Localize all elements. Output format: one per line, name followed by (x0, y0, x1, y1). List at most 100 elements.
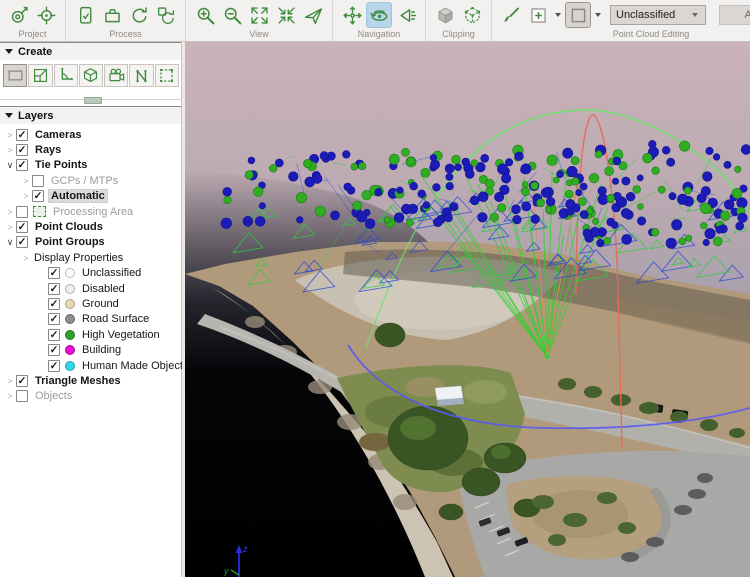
checkbox-rays[interactable]: ✓ (16, 144, 28, 157)
fly-button[interactable] (301, 3, 325, 27)
tree-item-rays[interactable]: > ✓ Rays (0, 142, 181, 157)
chevron-collapsed-icon[interactable]: > (20, 252, 32, 264)
submit-refresh-button[interactable] (154, 3, 178, 27)
checkbox-high-vegetation[interactable]: ✓ (48, 328, 60, 341)
chevron-collapsed-icon[interactable]: > (4, 375, 16, 387)
toolbar-icons-row: Unclassified Assign (499, 2, 750, 28)
checkbox-disabled[interactable]: ✓ (48, 282, 60, 295)
tree-item-ground[interactable]: ✓ Ground (0, 296, 181, 311)
chevron-collapsed-icon[interactable]: > (4, 129, 16, 141)
tree-item-display-properties[interactable]: > Display Properties (0, 250, 181, 265)
chevron-collapsed-icon[interactable]: > (4, 221, 16, 233)
task-check-button[interactable] (73, 3, 97, 27)
chevron-expanded-icon[interactable]: ∨ (4, 159, 16, 171)
chevron-collapsed-icon[interactable]: > (20, 175, 32, 187)
create-section-title: Create (18, 45, 53, 58)
tree-item-human-made-object[interactable]: ✓ Human Made Object (0, 358, 183, 373)
splitter-grip[interactable] (84, 97, 102, 104)
checkbox-road-surface[interactable]: ✓ (48, 313, 60, 326)
tree-item-objects[interactable]: > Objects (0, 389, 181, 404)
tree-item-road-surface[interactable]: ✓ Road Surface (0, 312, 181, 327)
rect-selection-button[interactable] (565, 2, 591, 28)
checkbox-point-clouds[interactable]: ✓ (16, 221, 28, 234)
create-section-header[interactable]: Create (0, 42, 181, 60)
checkbox-human-made-object[interactable]: ✓ (48, 359, 60, 372)
layers-section-header[interactable]: Layers (0, 106, 181, 124)
zoom-out-button[interactable] (220, 3, 244, 27)
zoom-extents-button[interactable] (247, 3, 271, 27)
tree-item-automatic[interactable]: > ✓ Automatic (0, 189, 181, 204)
tree-item-label: Tie Points (35, 159, 88, 172)
tree-item-label: Cameras (35, 128, 82, 141)
tree-item-point-groups[interactable]: ∨ ✓ Point Groups (0, 235, 181, 250)
checkbox-point-groups[interactable]: ✓ (16, 236, 28, 249)
clip-box-edit-button[interactable] (460, 3, 484, 27)
checkbox-ground[interactable]: ✓ (48, 297, 60, 310)
axis-tool-button[interactable] (53, 64, 78, 87)
checkbox-triangle-meshes[interactable]: ✓ (16, 374, 28, 387)
project-button[interactable] (7, 3, 31, 27)
toolbar-group-label: Point Cloud Editing (612, 29, 690, 39)
target-button[interactable] (34, 3, 58, 27)
tree-item-building[interactable]: ✓ Building (0, 342, 181, 357)
tree-item-label: Building (82, 344, 122, 357)
look-around-button[interactable] (394, 3, 418, 27)
color-swatch-unclassified (65, 268, 75, 279)
panel-splitter[interactable] (0, 93, 181, 106)
box-tool-button[interactable] (78, 64, 104, 87)
orbit-button[interactable] (366, 2, 392, 28)
tree-item-gcps-mtps[interactable]: > GCPs / MTPs (0, 173, 181, 188)
marquee-tool-button[interactable] (154, 64, 179, 87)
toolbar-icons-row (433, 2, 484, 28)
polyline-icon (132, 66, 151, 85)
tree-item-point-clouds[interactable]: > ✓ Point Clouds (0, 219, 181, 234)
chevron-collapsed-icon[interactable]: > (20, 190, 32, 202)
tree-item-cameras[interactable]: > ✓ Cameras (0, 127, 181, 142)
brush-button[interactable] (499, 3, 523, 27)
tree-item-label: Automatic (48, 189, 108, 204)
tree-item-label: Ground (82, 297, 119, 310)
chevron-collapsed-icon[interactable]: > (4, 390, 16, 402)
box-icon (81, 66, 100, 85)
selected-tie-point[interactable] (544, 354, 550, 360)
assign-button[interactable]: Assign (719, 5, 750, 25)
checkbox-gcps-mtps[interactable] (32, 174, 44, 187)
tree-item-unclassified[interactable]: ✓ Unclassified (0, 266, 181, 281)
chevron-down-icon[interactable] (555, 13, 561, 17)
zoom-in-button[interactable] (193, 3, 217, 27)
checkbox-cameras[interactable]: ✓ (16, 128, 28, 141)
main-toolbar: Project Process View Navigation Clipping Uncl… (0, 0, 750, 42)
checkbox-objects[interactable] (16, 390, 28, 403)
camera-tool-button[interactable] (104, 64, 129, 87)
chevron-expanded-icon[interactable]: ∨ (4, 236, 16, 248)
tree-item-label: Display Properties (34, 251, 124, 264)
chevron-collapsed-icon[interactable]: > (4, 206, 16, 218)
checkbox-unclassified[interactable]: ✓ (48, 267, 60, 280)
checkbox-tie-points[interactable]: ✓ (16, 159, 28, 172)
clip-box-button[interactable] (433, 3, 457, 27)
polyline-tool-button[interactable] (129, 64, 154, 87)
checkbox-processing-area[interactable] (16, 205, 28, 218)
chevron-down-icon[interactable] (595, 13, 601, 17)
tree-item-high-vegetation[interactable]: ✓ High Vegetation (0, 327, 181, 342)
tree-item-tie-points[interactable]: ∨ ✓ Tie Points (0, 158, 181, 173)
refresh-button[interactable] (127, 3, 151, 27)
toolbox-button[interactable] (100, 3, 124, 27)
collapse-triangle-icon (5, 49, 13, 54)
camera-icon (107, 66, 126, 85)
checkbox-automatic[interactable]: ✓ (32, 190, 44, 203)
classification-select[interactable]: Unclassified (610, 5, 706, 25)
viewport-3d[interactable]: z y (185, 42, 750, 577)
pan-button[interactable] (340, 3, 364, 27)
zoom-selection-button[interactable] (274, 3, 298, 27)
add-selection-button[interactable] (526, 3, 550, 27)
chevron-collapsed-icon[interactable]: > (4, 144, 16, 156)
tree-item-disabled[interactable]: ✓ Disabled (0, 281, 181, 296)
zoom-in-icon (195, 5, 216, 26)
tree-item-label: Objects (35, 390, 73, 403)
plane-tool-button[interactable] (28, 64, 53, 87)
tree-item-processing-area[interactable]: > Processing Area (0, 204, 181, 219)
checkbox-building[interactable]: ✓ (48, 344, 60, 357)
tree-item-triangle-meshes[interactable]: > ✓ Triangle Meshes (0, 373, 181, 388)
draw-region-tool-button[interactable] (3, 64, 28, 87)
